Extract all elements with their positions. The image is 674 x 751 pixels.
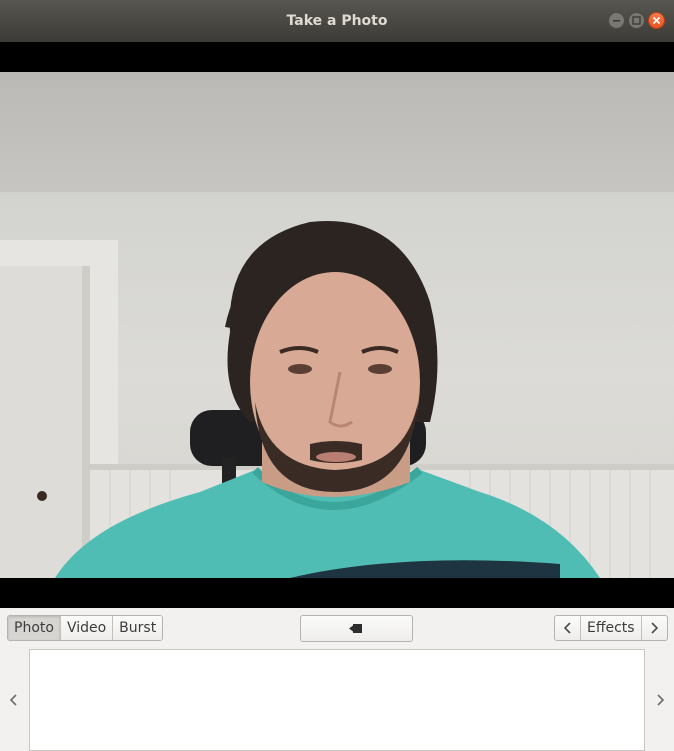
minimize-button[interactable] <box>608 12 625 29</box>
title-bar: Take a Photo <box>0 0 674 42</box>
window-title: Take a Photo <box>286 13 388 29</box>
photo-gallery[interactable] <box>29 649 645 751</box>
minimize-icon <box>613 20 620 22</box>
effects-next-button[interactable] <box>642 616 667 640</box>
gallery-next-button[interactable] <box>646 648 674 751</box>
camera-preview <box>0 42 674 608</box>
webcam-image <box>0 72 674 578</box>
effects-button[interactable]: Effects <box>580 616 642 640</box>
close-button[interactable] <box>648 12 665 29</box>
chevron-right-icon <box>651 622 659 634</box>
chevron-left-icon <box>9 693 17 706</box>
effects-selector: Effects <box>554 615 668 641</box>
mode-burst-button[interactable]: Burst <box>113 616 163 640</box>
effects-prev-button[interactable] <box>555 616 580 640</box>
gallery-prev-button[interactable] <box>0 648 28 751</box>
chevron-left-icon <box>563 622 571 634</box>
maximize-button[interactable] <box>628 12 645 29</box>
maximize-icon <box>632 16 641 25</box>
chevron-right-icon <box>657 693 665 706</box>
capture-button[interactable] <box>300 615 413 642</box>
mode-selector: Photo Video Burst <box>7 615 164 641</box>
mode-video-button[interactable]: Video <box>60 616 114 640</box>
camera-icon <box>349 624 362 633</box>
webcam-scene <box>0 72 674 578</box>
mode-photo-button[interactable]: Photo <box>8 616 61 640</box>
close-icon <box>652 16 661 25</box>
